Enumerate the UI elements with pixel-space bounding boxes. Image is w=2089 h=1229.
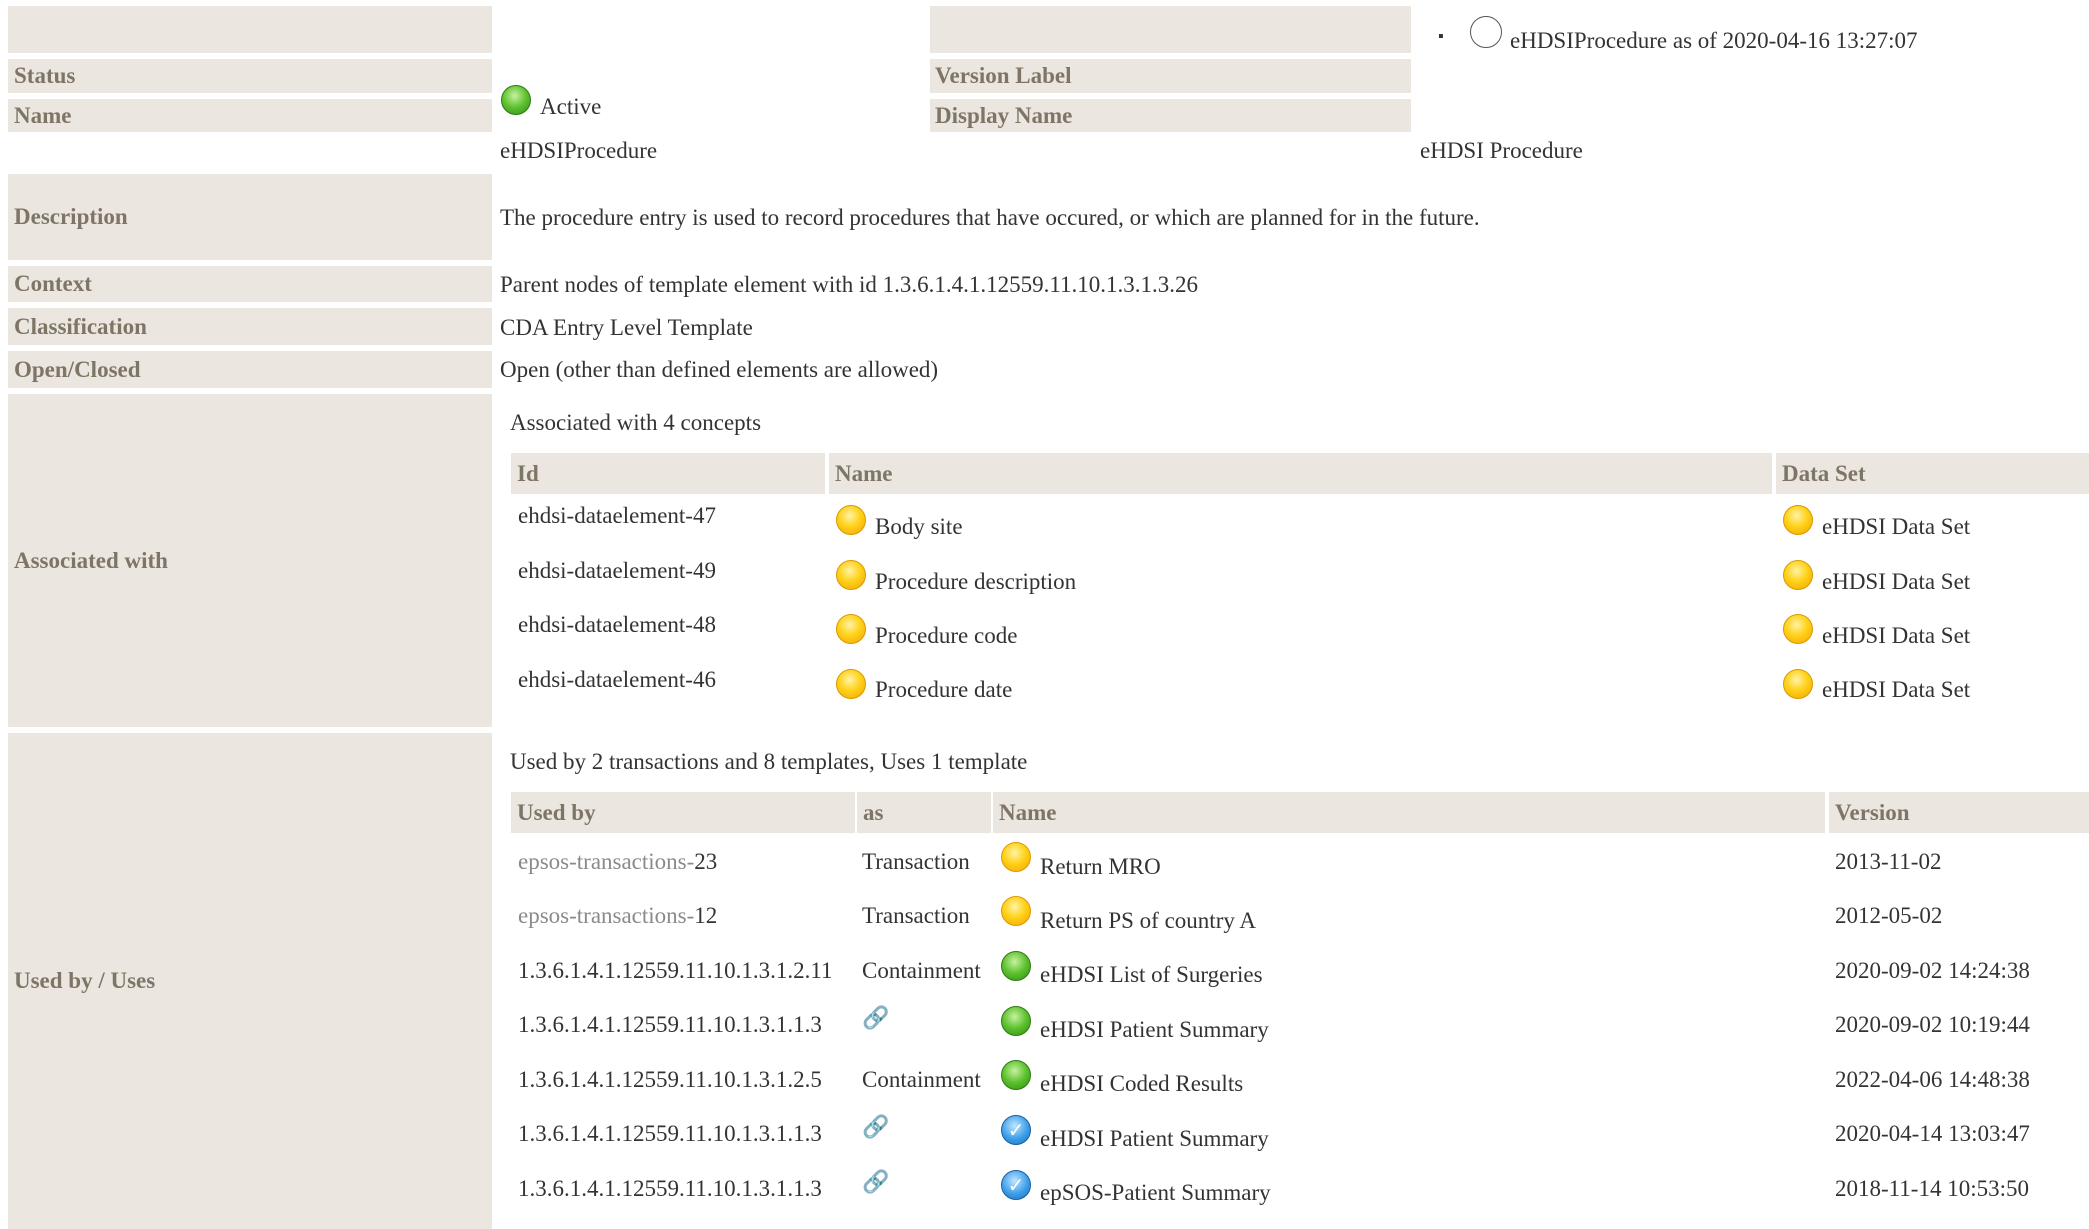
name-value: eHDSIProcedure <box>500 138 658 163</box>
dataset-status-icon <box>1783 505 1813 535</box>
usage-version: 2013-11-02 <box>1835 849 1942 874</box>
open-closed-value: Open (other than defined elements are al… <box>500 357 939 382</box>
usage-name[interactable]: eHDSI Patient Summary <box>1040 1124 1269 1154</box>
usage-used-by[interactable]: 1.3.6.1.4.1.12559.11.10.1.3.1.2.11 <box>518 956 833 986</box>
chain-link-icon[interactable]: 🔗 <box>862 1170 889 1195</box>
assoc-header-name: Name <box>829 453 1772 494</box>
usage-header-used-by: Used by <box>511 792 855 833</box>
usage-used-by[interactable]: 1.3.6.1.4.1.12559.11.10.1.3.1.2.5 <box>518 1065 822 1095</box>
usage-version: 2022-04-06 14:48:38 <box>1835 1067 2030 1092</box>
usage-used-by[interactable]: 1.3.6.1.4.1.12559.11.10.1.3.1.1.3 <box>518 1010 822 1040</box>
dataset-status-icon <box>1783 560 1813 590</box>
usage-as: Containment <box>862 1067 981 1092</box>
status-active-icon <box>501 85 531 115</box>
transaction-id: 23 <box>694 849 718 874</box>
dataset-status-icon <box>1783 669 1813 699</box>
assoc-name[interactable]: Procedure description <box>875 567 1076 597</box>
assoc-dataset[interactable]: eHDSI Data Set <box>1822 512 1970 542</box>
concept-status-icon <box>836 669 866 699</box>
usage-used-by[interactable]: 1.3.6.1.4.1.12559.11.10.1.3.1.1.3 <box>518 1174 822 1204</box>
usage-summary: Used by 2 transactions and 8 templates, … <box>510 749 1028 774</box>
assoc-name[interactable]: Procedure code <box>875 621 1017 651</box>
version-link[interactable]: eHDSIProcedure as of 2020-04-16 13:27:07 <box>1510 28 1918 54</box>
usage-as: Transaction <box>862 849 970 874</box>
assoc-id[interactable]: ehdsi-dataelement-48 <box>518 610 716 640</box>
green-status-dot-icon <box>1001 951 1031 981</box>
usage-header-as: as <box>857 792 991 833</box>
assoc-dataset[interactable]: eHDSI Data Set <box>1822 621 1970 651</box>
assoc-name[interactable]: Procedure date <box>875 675 1012 705</box>
status-label: Status <box>8 59 492 93</box>
assoc-id[interactable]: ehdsi-dataelement-46 <box>518 665 716 695</box>
display-name-value: eHDSI Procedure <box>1420 138 1583 163</box>
usage-version: 2020-09-02 14:24:38 <box>1835 958 2030 983</box>
usage-name[interactable]: Return MRO <box>1040 852 1161 882</box>
display-name-label: Display Name <box>930 99 1411 132</box>
usage-version: 2018-11-14 10:53:50 <box>1835 1176 2029 1201</box>
name-label: Name <box>8 99 492 132</box>
empty-circle-icon <box>1470 16 1502 48</box>
concept-status-icon <box>836 505 866 535</box>
chain-link-icon[interactable]: 🔗 <box>862 1115 889 1140</box>
blue-check-status-icon: ✓ <box>1001 1115 1031 1145</box>
usage-as: Transaction <box>862 903 970 928</box>
usage-name[interactable]: eHDSI Coded Results <box>1040 1069 1243 1099</box>
version-list-bullet: ▪ <box>1438 28 1444 45</box>
usage-name[interactable]: eHDSI List of Surgeries <box>1040 960 1263 990</box>
assoc-id[interactable]: ehdsi-dataelement-47 <box>518 501 716 531</box>
chain-link-icon[interactable]: 🔗 <box>862 1006 889 1031</box>
dataset-status-icon <box>1783 614 1813 644</box>
green-status-dot-icon <box>1001 1060 1031 1090</box>
associations-summary: Associated with 4 concepts <box>510 410 762 435</box>
transaction-id: 12 <box>694 903 718 928</box>
associated-with-label: Associated with <box>8 394 492 727</box>
usage-used-by[interactable]: epsos-transactions-23 <box>518 847 717 877</box>
context-value: Parent nodes of template element with id… <box>500 272 1198 297</box>
usage-version: 2020-09-02 10:19:44 <box>1835 1012 2030 1037</box>
usage-header-name: Name <box>993 792 1825 833</box>
transaction-prefix: epsos-transactions- <box>518 849 695 874</box>
concept-status-icon <box>836 560 866 590</box>
green-status-dot-icon <box>1001 1006 1031 1036</box>
assoc-dataset[interactable]: eHDSI Data Set <box>1822 675 1970 705</box>
assoc-dataset[interactable]: eHDSI Data Set <box>1822 567 1970 597</box>
version-label-label: Version Label <box>930 59 1411 93</box>
classification-value: CDA Entry Level Template <box>500 315 753 340</box>
concept-status-icon <box>836 614 866 644</box>
assoc-name[interactable]: Body site <box>875 512 963 542</box>
yellow-status-dot-icon <box>1001 896 1031 926</box>
assoc-header-id: Id <box>511 453 825 494</box>
usage-name[interactable]: Return PS of country A <box>1040 906 1256 936</box>
yellow-status-dot-icon <box>1001 842 1031 872</box>
header-blank-cell-left <box>8 6 492 53</box>
usage-version: 2012-05-02 <box>1835 903 1943 928</box>
usage-as: Containment <box>862 958 981 983</box>
transaction-prefix: epsos-transactions- <box>518 903 695 928</box>
usage-used-by[interactable]: epsos-transactions-12 <box>518 901 717 931</box>
description-value: The procedure entry is used to record pr… <box>500 205 1480 230</box>
status-value: Active <box>540 94 602 119</box>
description-label: Description <box>8 174 492 260</box>
blue-check-status-icon: ✓ <box>1001 1170 1031 1200</box>
classification-label: Classification <box>8 308 492 345</box>
usage-name[interactable]: epSOS-Patient Summary <box>1040 1178 1271 1208</box>
assoc-header-dataset: Data Set <box>1776 453 2089 494</box>
header-blank-cell-right <box>930 6 1411 53</box>
assoc-id[interactable]: ehdsi-dataelement-49 <box>518 556 716 586</box>
open-closed-label: Open/Closed <box>8 351 492 388</box>
usage-used-by[interactable]: 1.3.6.1.4.1.12559.11.10.1.3.1.1.3 <box>518 1119 822 1149</box>
usage-version: 2020-04-14 13:03:47 <box>1835 1121 2030 1146</box>
usage-name[interactable]: eHDSI Patient Summary <box>1040 1015 1269 1045</box>
used-by-uses-label: Used by / Uses <box>8 733 492 1229</box>
usage-header-version: Version <box>1829 792 2089 833</box>
context-label: Context <box>8 266 492 302</box>
